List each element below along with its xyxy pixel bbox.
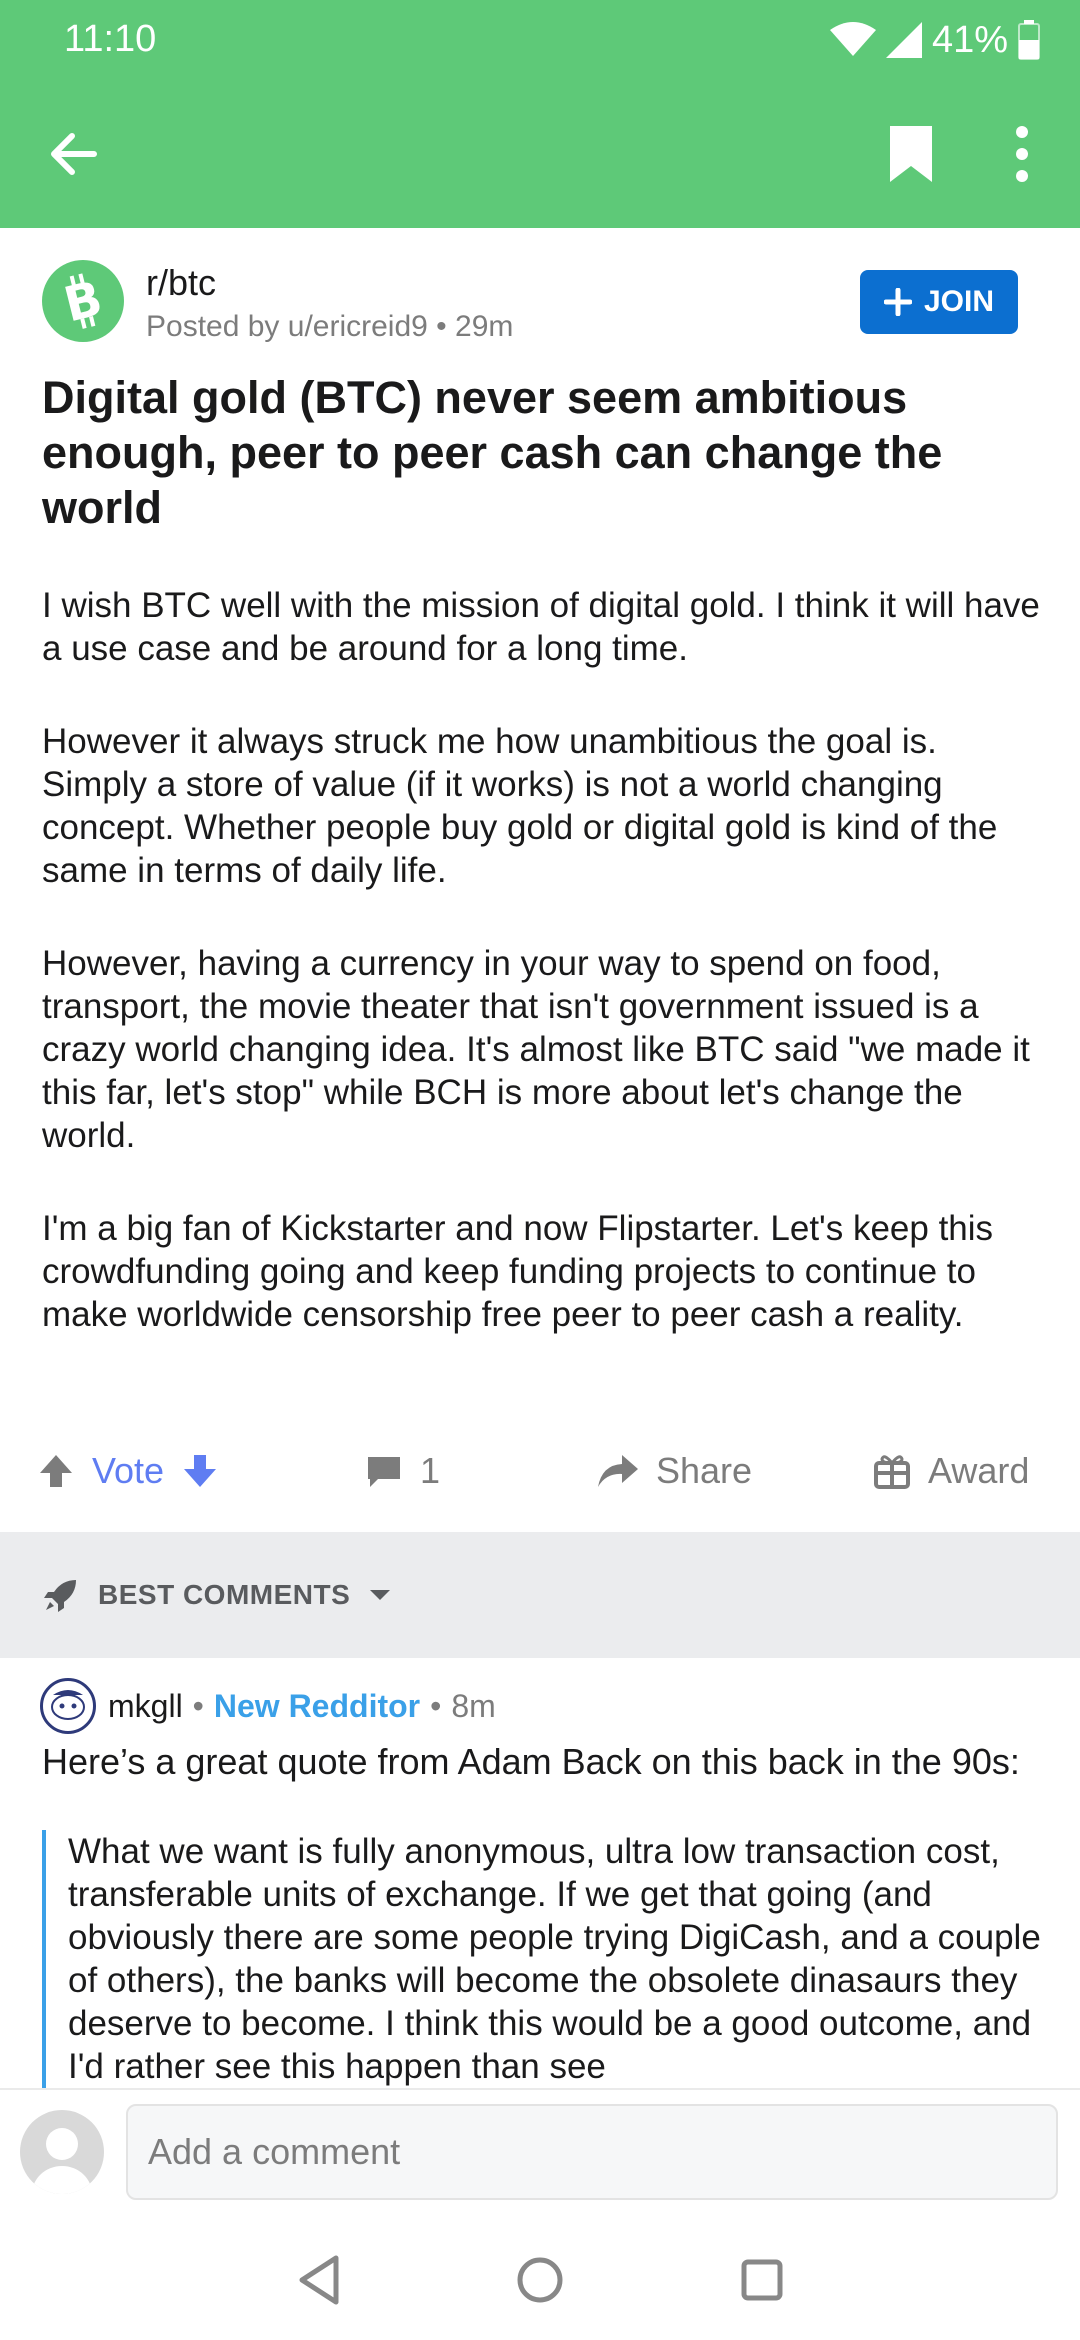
join-label: JOIN [923,285,995,318]
post-paragraph: I'm a big fan of Kickstarter and now Fli… [42,1209,994,1334]
bitcoin-logo-icon: B [59,270,108,333]
award-button[interactable]: Award [872,1434,1029,1508]
comment-meta: mkgll • New Redditor • 8m [108,1688,496,1725]
post-paragraph: However, having a currency in your way t… [42,944,1030,1155]
nav-recents-icon[interactable] [732,2250,792,2310]
post-body: I wish BTC well with the mission of digi… [42,584,1042,1336]
wifi-icon [829,22,876,56]
system-nav-bar [0,2220,1080,2340]
meta-dot: • [436,310,447,343]
user-avatar [20,2110,104,2194]
subreddit-avatar[interactable]: B [42,260,124,342]
share-arrow-icon [598,1455,638,1487]
post-paragraph: I wish BTC well with the mission of digi… [42,586,1040,668]
bookmark-icon[interactable] [884,122,938,186]
comment-sort-bar: BEST COMMENTS [0,1532,1080,1658]
chevron-down-icon [370,1590,391,1600]
post-actions: Vote 1 Share Award [0,1434,1080,1508]
comment-age: 8m [451,1688,496,1724]
vote-group: Vote [36,1434,220,1508]
downvote-icon[interactable] [180,1451,220,1491]
vote-label: Vote [92,1450,165,1491]
comment-text: Here’s a great quote from Adam Back on t… [42,1741,1020,1782]
post-title: Digital gold (BTC) never seem ambitious … [42,372,943,533]
comment-count: 1 [420,1450,441,1491]
share-button[interactable]: Share [596,1434,752,1508]
gift-icon [874,1455,910,1489]
nav-back-icon[interactable] [290,2250,350,2310]
plus-icon [883,288,912,316]
commenter-avatar[interactable] [40,1678,96,1734]
status-icons: 41% [829,16,1040,64]
battery-icon [1018,20,1040,60]
post-paragraph: However it always struck me how unambiti… [42,722,998,890]
join-button[interactable]: JOIN [860,270,1018,334]
share-label: Share [656,1450,753,1491]
meta-dot: • [430,1688,442,1724]
comment-author[interactable]: mkgll [108,1688,183,1725]
user-flair: New Redditor [213,1688,421,1724]
upvote-icon[interactable] [36,1451,76,1491]
meta-dot: • [192,1688,204,1724]
comment-quote: What we want is fully anonymous, ultra l… [42,1830,1052,2088]
comments-button[interactable]: 1 [364,1434,440,1508]
status-time: 11:10 [64,18,157,60]
sort-dropdown[interactable]: BEST COMMENTS [42,1570,392,1620]
snoo-avatar-icon [51,1690,85,1720]
back-arrow-icon[interactable] [44,124,104,184]
comment-input[interactable]: Add a comment [126,2104,1058,2200]
header: 11:10 41% [0,0,1080,228]
comment-icon [368,1457,400,1487]
more-vertical-icon[interactable] [1000,122,1044,186]
post-meta: Posted by u/ericreid9 • 29m [146,310,513,344]
subreddit-name[interactable]: r/btc [146,262,216,304]
rocket-icon [44,1580,76,1612]
battery-percent: 41% [931,18,1008,61]
signal-icon [885,22,922,58]
status-bar: 11:10 41% [0,0,1080,80]
posted-by[interactable]: Posted by u/ericreid9 [146,310,428,343]
nav-home-icon[interactable] [510,2250,570,2310]
post-age: 29m [455,310,514,343]
person-icon [32,2128,92,2194]
app-bar [0,80,1080,228]
sort-label: BEST COMMENTS [98,1579,351,1610]
award-label: Award [928,1450,1030,1491]
comment-composer: Add a comment [0,2088,1080,2220]
